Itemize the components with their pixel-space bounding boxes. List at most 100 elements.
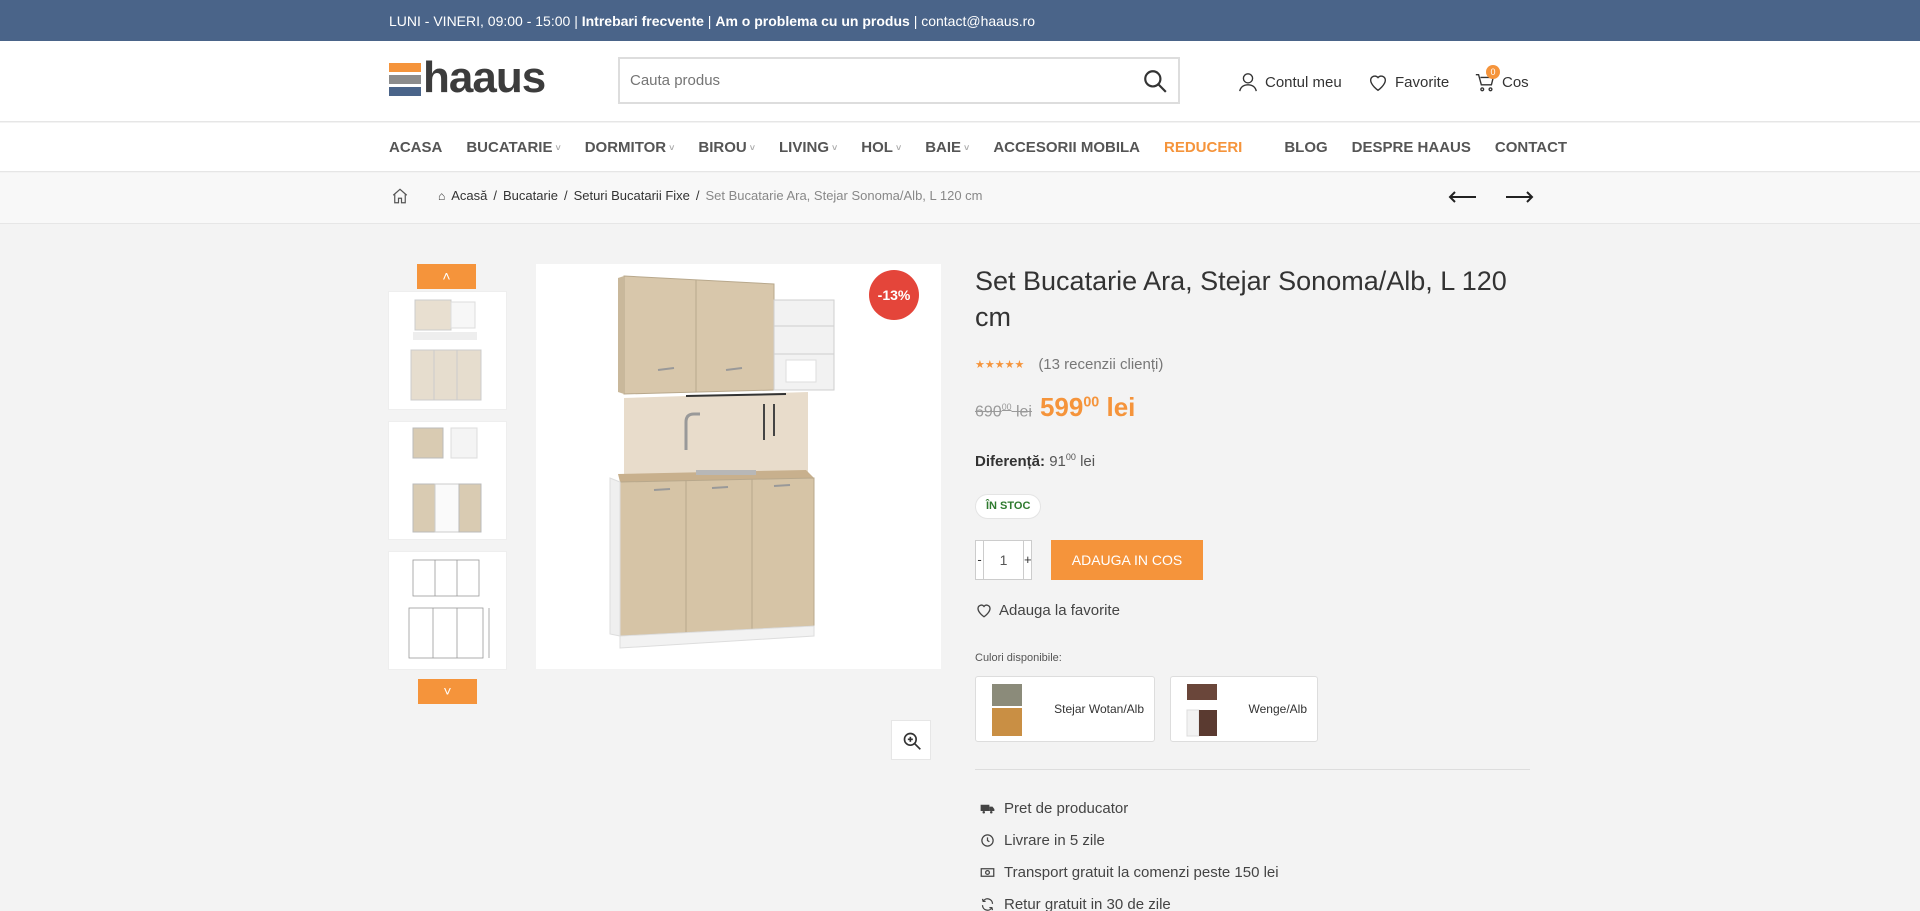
logo-mark (389, 63, 421, 97)
breadcrumb-home-icon: ⌂ (438, 188, 446, 203)
nav-item-bucatarie[interactable]: BUCATARIE ˅ (466, 139, 560, 156)
nav-item-label: DORMITOR (584, 139, 667, 156)
quantity-stepper: - + (975, 540, 1032, 580)
top-bar-content: LUNI - VINERI, 09:00 - 15:00 | Intrebari… (389, 13, 1035, 29)
favorites-link[interactable]: Favorite (1367, 71, 1449, 93)
thumbnails-up-button[interactable]: ˄ (417, 264, 476, 289)
next-product-arrow-icon[interactable] (1504, 187, 1534, 207)
chevron-down-icon: ˅ (832, 142, 838, 153)
add-to-cart-button[interactable]: ADAUGA IN COS (1051, 540, 1203, 580)
main-product-image[interactable] (536, 264, 941, 669)
divider (975, 769, 1530, 770)
opening-hours: LUNI - VINERI, 09:00 - 15:00 (389, 13, 571, 29)
add-to-favorites-link[interactable]: Adauga la favorite (975, 601, 1120, 619)
color-variant-wenge[interactable]: Wenge/Alb (1170, 676, 1318, 742)
chevron-down-icon: ˅ (555, 142, 561, 153)
feature-item: Pret de producator (980, 792, 1279, 824)
cart-icon-wrap: 0 (1474, 65, 1500, 93)
quantity-increase-button[interactable]: + (1023, 541, 1032, 579)
site-header: haaus Contul meu Favorite 0 Cos (0, 41, 1920, 122)
search-icon[interactable] (1142, 68, 1168, 94)
search-input[interactable] (620, 59, 1120, 102)
breadcrumb-separator: / (563, 188, 568, 203)
price-block: 69000 lei 59900 lei (975, 392, 1135, 423)
chevron-down-icon: ˅ (749, 142, 755, 153)
nav-item-baie[interactable]: BAIE ˅ (925, 139, 969, 156)
cart-label: Cos (1502, 73, 1529, 91)
thumbnails-down-button[interactable]: ˅ (418, 679, 477, 704)
nav-item-label: LIVING (778, 139, 829, 156)
site-logo[interactable]: haaus (389, 53, 554, 102)
truck-icon (980, 804, 995, 813)
product-title: Set Bucatarie Ara, Stejar Sonoma/Alb, L … (975, 266, 1507, 332)
quantity-decrease-button[interactable]: - (976, 541, 984, 579)
chevron-up-icon: ˄ (442, 268, 451, 284)
thumbnail-3[interactable] (388, 551, 507, 670)
price-difference: Diferență: 9100 lei (975, 452, 1095, 470)
color-variant-stejar-wotan[interactable]: Stejar Wotan/Alb (975, 676, 1155, 742)
favorites-label: Favorite (1395, 73, 1450, 91)
breadcrumb-item-category[interactable]: Seturi Bucatarii Fixe (574, 188, 690, 203)
nav-item-label: REDUCERI (1163, 139, 1243, 156)
account-link[interactable]: Contul meu (1237, 71, 1342, 93)
nav-item-label: BUCATARIE (466, 139, 553, 156)
nav-item-label: DESPRE HAAUS (1351, 139, 1471, 156)
breadcrumb-separator: / (695, 188, 700, 203)
nav-item-accesorii-mobila[interactable]: ACCESORII MOBILA (993, 139, 1140, 156)
separator: | (574, 13, 578, 29)
home-icon[interactable] (391, 187, 409, 205)
thumbnail-2[interactable] (388, 421, 507, 540)
difference-label: Diferență: (975, 453, 1046, 470)
old-price: 69000 lei (975, 401, 1032, 420)
search-box (618, 57, 1180, 104)
kitchen-set-image (609, 275, 835, 649)
variant-label: Stejar Wotan/Alb (1054, 702, 1144, 716)
nav-item-despre-haaus[interactable]: DESPRE HAAUS (1352, 139, 1471, 156)
previous-product-arrow-icon[interactable] (1448, 187, 1478, 207)
thumbnail-1[interactable] (388, 291, 507, 410)
product-pager (1448, 187, 1534, 207)
nav-item-birou[interactable]: BIROU ˅ (698, 139, 755, 156)
nav-list: ACASA BUCATARIE ˅ DORMITOR ˅ BIROU ˅ LIVING ˅ HOL… (389, 139, 1591, 156)
contact-email-link[interactable]: contact@haaus.ro (921, 13, 1035, 29)
refresh-icon (981, 897, 994, 911)
faq-link[interactable]: Intrebari frecvente (582, 13, 704, 29)
nav-item-contact[interactable]: CONTACT (1495, 139, 1567, 156)
breadcrumb-item-kitchen[interactable]: Bucatarie (503, 188, 558, 203)
difference-value: 9100 lei (1049, 452, 1096, 470)
reviews-link[interactable]: (13 recenzii clienți) (1038, 356, 1163, 373)
nav-item-hol[interactable]: HOL ˅ (861, 139, 901, 156)
variant-thumbnail-image (1186, 684, 1217, 737)
nav-item-living[interactable]: LIVING ˅ (779, 139, 837, 156)
stock-status-badge: ÎN STOC (975, 494, 1042, 519)
nav-item-label: HOL (861, 139, 893, 156)
nav-item-reduceri[interactable]: REDUCERI (1164, 139, 1242, 156)
top-bar: LUNI - VINERI, 09:00 - 15:00 | Intrebari… (0, 0, 1920, 41)
nav-item-label: BLOG (1284, 139, 1328, 156)
nav-item-acasa[interactable]: ACASA (389, 139, 442, 156)
breadcrumb: ⌂ Acasă / Bucatarie / Seturi Bucatarii F… (438, 188, 983, 203)
chevron-down-icon: ˅ (443, 683, 452, 699)
breadcrumb-current: Set Bucatarie Ara, Stejar Sonoma/Alb, L … (705, 188, 983, 203)
nav-item-blog[interactable]: BLOG (1284, 139, 1327, 156)
breadcrumb-item-home[interactable]: Acasă (451, 188, 487, 203)
separator: | (913, 13, 918, 29)
chevron-down-icon: ˅ (964, 142, 970, 153)
kitchen-thumbnail-image (410, 299, 482, 401)
product-rating: ★★★★★ (13 recenzii clienți) (975, 356, 1163, 373)
chevron-down-icon: ˅ (895, 142, 902, 153)
logo-text: haaus (423, 53, 546, 102)
feature-item: Livrare in 5 zile (980, 824, 1279, 856)
rating-stars-icon: ★★★★★ (975, 359, 1025, 371)
zoom-in-icon (903, 732, 921, 750)
money-icon (980, 867, 995, 877)
nav-item-label: ACCESORII MOBILA (993, 139, 1140, 156)
zoom-button[interactable] (891, 720, 931, 760)
quantity-input[interactable] (985, 552, 1022, 568)
clock-icon (981, 833, 994, 847)
cart-link[interactable]: 0 Cos (1474, 65, 1529, 93)
feature-item: Transport gratuit la comenzi peste 150 l… (980, 856, 1279, 888)
nav-item-dormitor[interactable]: DORMITOR ˅ (585, 139, 675, 156)
heart-icon (1369, 75, 1387, 92)
product-problem-link[interactable]: Am o problema cu un produs (715, 13, 909, 29)
